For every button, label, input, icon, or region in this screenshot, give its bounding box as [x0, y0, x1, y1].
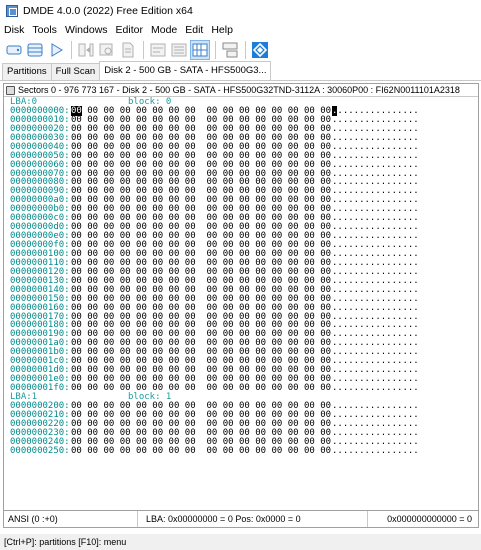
row-offset: 0000000250: [10, 445, 70, 456]
title-bar: DMDE 4.0.0 (2022) Free Edition x64 [0, 0, 481, 22]
hex-row[interactable]: 0000000250: 00 00 00 00 00 00 00 00 00 00… [10, 445, 478, 456]
text-view-icon[interactable] [148, 40, 168, 60]
editor-status-bar: ANSI (0 :+0) LBA: 0x00000000 = 0 Pos: 0x… [3, 511, 479, 528]
row-bytes[interactable]: 00 00 00 00 00 00 00 00 00 00 00 00 00 0… [71, 384, 331, 393]
toolbar-separator [245, 40, 246, 59]
dmde-logo-icon[interactable] [250, 40, 270, 60]
play-icon[interactable] [46, 40, 66, 60]
position-status: LBA: 0x00000000 = 0 Pos: 0x0000 = 0 [138, 511, 368, 527]
hex-panel-header: Sectors 0 - 976 773 167 - Disk 2 - 500 G… [4, 84, 478, 97]
toolbar-separator [143, 40, 144, 59]
split-view-icon[interactable] [220, 40, 240, 60]
dmde-app-icon [6, 5, 18, 17]
disk-icon[interactable] [4, 40, 24, 60]
toolbar-separator [71, 40, 72, 59]
window-title: DMDE 4.0.0 (2022) Free Edition x64 [23, 5, 193, 17]
hex-dump[interactable]: LBA:0 block: 0 0000000000: 00 00 00 00 00 0… [4, 97, 478, 456]
grid-view-icon[interactable] [190, 39, 210, 60]
value-status: 0x000000000000 = 0 [387, 514, 472, 524]
partitions-icon[interactable] [25, 40, 45, 60]
disk-icon [6, 85, 15, 95]
toolbar [0, 37, 481, 62]
hex-editor-panel[interactable]: Sectors 0 - 976 773 167 - Disk 2 - 500 G… [3, 83, 479, 511]
menu-help[interactable]: Help [207, 24, 237, 36]
menu-disk[interactable]: Disk [0, 24, 28, 36]
menu-mode[interactable]: Mode [147, 24, 181, 36]
tab-partitions[interactable]: Partitions [2, 63, 52, 80]
row-ascii[interactable]: ................ [326, 384, 419, 393]
file-icon[interactable] [118, 40, 138, 60]
hex-view-icon[interactable] [169, 40, 189, 60]
menu-editor[interactable]: Editor [112, 24, 147, 36]
toolbar-separator [215, 40, 216, 59]
menu-bar: Disk Tools Windows Editor Mode Edit Help [0, 22, 481, 37]
row-ascii[interactable]: ................ [326, 446, 419, 456]
hex-row[interactable]: 00000001f0: 00 00 00 00 00 00 00 00 00 00… [10, 384, 478, 393]
find-icon[interactable] [97, 40, 117, 60]
tab-disk-2[interactable]: Disk 2 - 500 GB - SATA - HFS500G3... [99, 61, 272, 80]
hint-status-bar: [Ctrl+P]: partitions [F10]: menu [0, 534, 481, 550]
menu-edit[interactable]: Edit [181, 24, 207, 36]
row-bytes[interactable]: 00 00 00 00 00 00 00 00 00 00 00 00 00 0… [71, 446, 331, 456]
sector-range-label: Sectors 0 - 976 773 167 - Disk 2 - 500 G… [18, 85, 460, 95]
tab-full-scan[interactable]: Full Scan [50, 63, 101, 80]
encoding-status[interactable]: ANSI (0 :+0) [4, 511, 138, 527]
copy-sectors-icon[interactable] [76, 40, 96, 60]
menu-windows[interactable]: Windows [61, 24, 112, 36]
tab-bar: Partitions Full Scan Disk 2 - 500 GB - S… [0, 61, 481, 81]
menu-tools[interactable]: Tools [28, 24, 61, 36]
